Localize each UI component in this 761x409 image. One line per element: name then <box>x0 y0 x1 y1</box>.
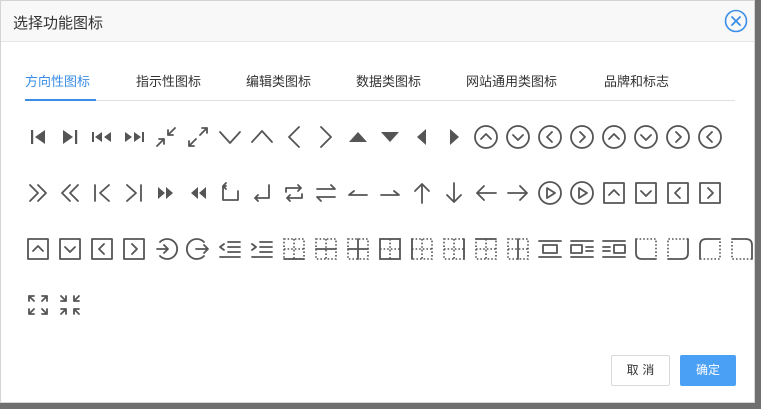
right-circle-outline-icon[interactable] <box>663 122 693 152</box>
down-square-icon[interactable] <box>631 178 661 208</box>
retweet-icon[interactable] <box>279 178 309 208</box>
caret-right-icon[interactable] <box>439 122 469 152</box>
active-tab-indicator <box>25 99 96 101</box>
fast-backward-icon[interactable] <box>87 122 117 152</box>
menu-fold-icon[interactable] <box>215 234 245 264</box>
caret-left-icon[interactable] <box>407 122 437 152</box>
vertical-right-icon[interactable] <box>119 178 149 208</box>
step-forward-icon[interactable] <box>55 122 85 152</box>
fast-forward-icon[interactable] <box>119 122 149 152</box>
border-bottom-icon[interactable] <box>279 234 309 264</box>
double-right-icon[interactable] <box>23 178 53 208</box>
border-horizontal-icon[interactable] <box>311 234 341 264</box>
border-left-icon[interactable] <box>407 234 437 264</box>
arrow-right-icon[interactable] <box>503 178 533 208</box>
tab-suggestion[interactable]: 指示性图标 <box>136 71 201 90</box>
arrow-left-icon[interactable] <box>471 178 501 208</box>
up-square-outline-icon[interactable] <box>23 234 53 264</box>
up-circle-outline-icon[interactable] <box>599 122 629 152</box>
fullscreen-exit-icon[interactable] <box>55 290 85 320</box>
tab-direction[interactable]: 方向性图标 <box>25 71 90 90</box>
caret-up-icon[interactable] <box>343 122 373 152</box>
ok-button[interactable]: 确定 <box>680 355 736 386</box>
play-circle-icon[interactable] <box>535 178 565 208</box>
down-circle-icon[interactable] <box>503 122 533 152</box>
arrows-alt-icon[interactable] <box>183 122 213 152</box>
up-square-icon[interactable] <box>599 178 629 208</box>
arrow-down-icon[interactable] <box>439 178 469 208</box>
right-square-outline-icon[interactable] <box>119 234 149 264</box>
border-inner-icon[interactable] <box>343 234 373 264</box>
pic-center-icon[interactable] <box>535 234 565 264</box>
forward-icon[interactable] <box>151 178 181 208</box>
left-square-icon[interactable] <box>663 178 693 208</box>
pic-right-icon[interactable] <box>599 234 629 264</box>
down-square-outline-icon[interactable] <box>55 234 85 264</box>
icon-picker-dialog: 选择功能图标 方向性图标 指示性图标 编辑类图标 数据类图标 网站通用类图标 品… <box>0 0 755 403</box>
vertical-left-icon[interactable] <box>87 178 117 208</box>
up-circle-icon[interactable] <box>471 122 501 152</box>
close-icon[interactable] <box>724 9 748 33</box>
dialog-title: 选择功能图标 <box>13 14 104 32</box>
fullscreen-icon[interactable] <box>23 290 53 320</box>
border-verticle-icon[interactable] <box>503 234 533 264</box>
step-backward-icon[interactable] <box>23 122 53 152</box>
tab-website-common[interactable]: 网站通用类图标 <box>466 71 557 90</box>
pic-left-icon[interactable] <box>567 234 597 264</box>
right-square-icon[interactable] <box>695 178 725 208</box>
down-circle-outline-icon[interactable] <box>631 122 661 152</box>
tab-brand-logo[interactable]: 品牌和标志 <box>604 71 669 90</box>
swap-left-icon[interactable] <box>343 178 373 208</box>
left-circle-icon[interactable] <box>535 122 565 152</box>
radius-bottomright-icon[interactable] <box>663 234 693 264</box>
border-outer-icon[interactable] <box>375 234 405 264</box>
arrow-up-icon[interactable] <box>407 178 437 208</box>
left-square-outline-icon[interactable] <box>87 234 117 264</box>
left-icon[interactable] <box>279 122 309 152</box>
left-circle-outline-icon[interactable] <box>695 122 725 152</box>
swap-right-icon[interactable] <box>375 178 405 208</box>
caret-down-icon[interactable] <box>375 122 405 152</box>
tab-data[interactable]: 数据类图标 <box>356 71 421 90</box>
swap-icon[interactable] <box>311 178 341 208</box>
dialog-header: 选择功能图标 <box>1 1 754 42</box>
shrink-icon[interactable] <box>151 122 181 152</box>
backward-icon[interactable] <box>183 178 213 208</box>
radius-upleft-icon[interactable] <box>695 234 725 264</box>
double-left-icon[interactable] <box>55 178 85 208</box>
tab-editor[interactable]: 编辑类图标 <box>246 71 311 90</box>
rollback-icon[interactable] <box>215 178 245 208</box>
border-right-icon[interactable] <box>439 234 469 264</box>
logout-icon[interactable] <box>183 234 213 264</box>
login-icon[interactable] <box>151 234 181 264</box>
icon-category-tabs: 方向性图标 指示性图标 编辑类图标 数据类图标 网站通用类图标 品牌和标志 <box>25 63 735 101</box>
play-circle-outline-icon[interactable] <box>567 178 597 208</box>
right-circle-icon[interactable] <box>567 122 597 152</box>
radius-bottomleft-icon[interactable] <box>631 234 661 264</box>
cancel-button[interactable]: 取 消 <box>611 355 670 386</box>
border-top-icon[interactable] <box>471 234 501 264</box>
radius-upright-icon[interactable] <box>727 234 757 264</box>
up-icon[interactable] <box>247 122 277 152</box>
menu-unfold-icon[interactable] <box>247 234 277 264</box>
right-icon[interactable] <box>311 122 341 152</box>
enter-icon[interactable] <box>247 178 277 208</box>
down-icon[interactable] <box>215 122 245 152</box>
